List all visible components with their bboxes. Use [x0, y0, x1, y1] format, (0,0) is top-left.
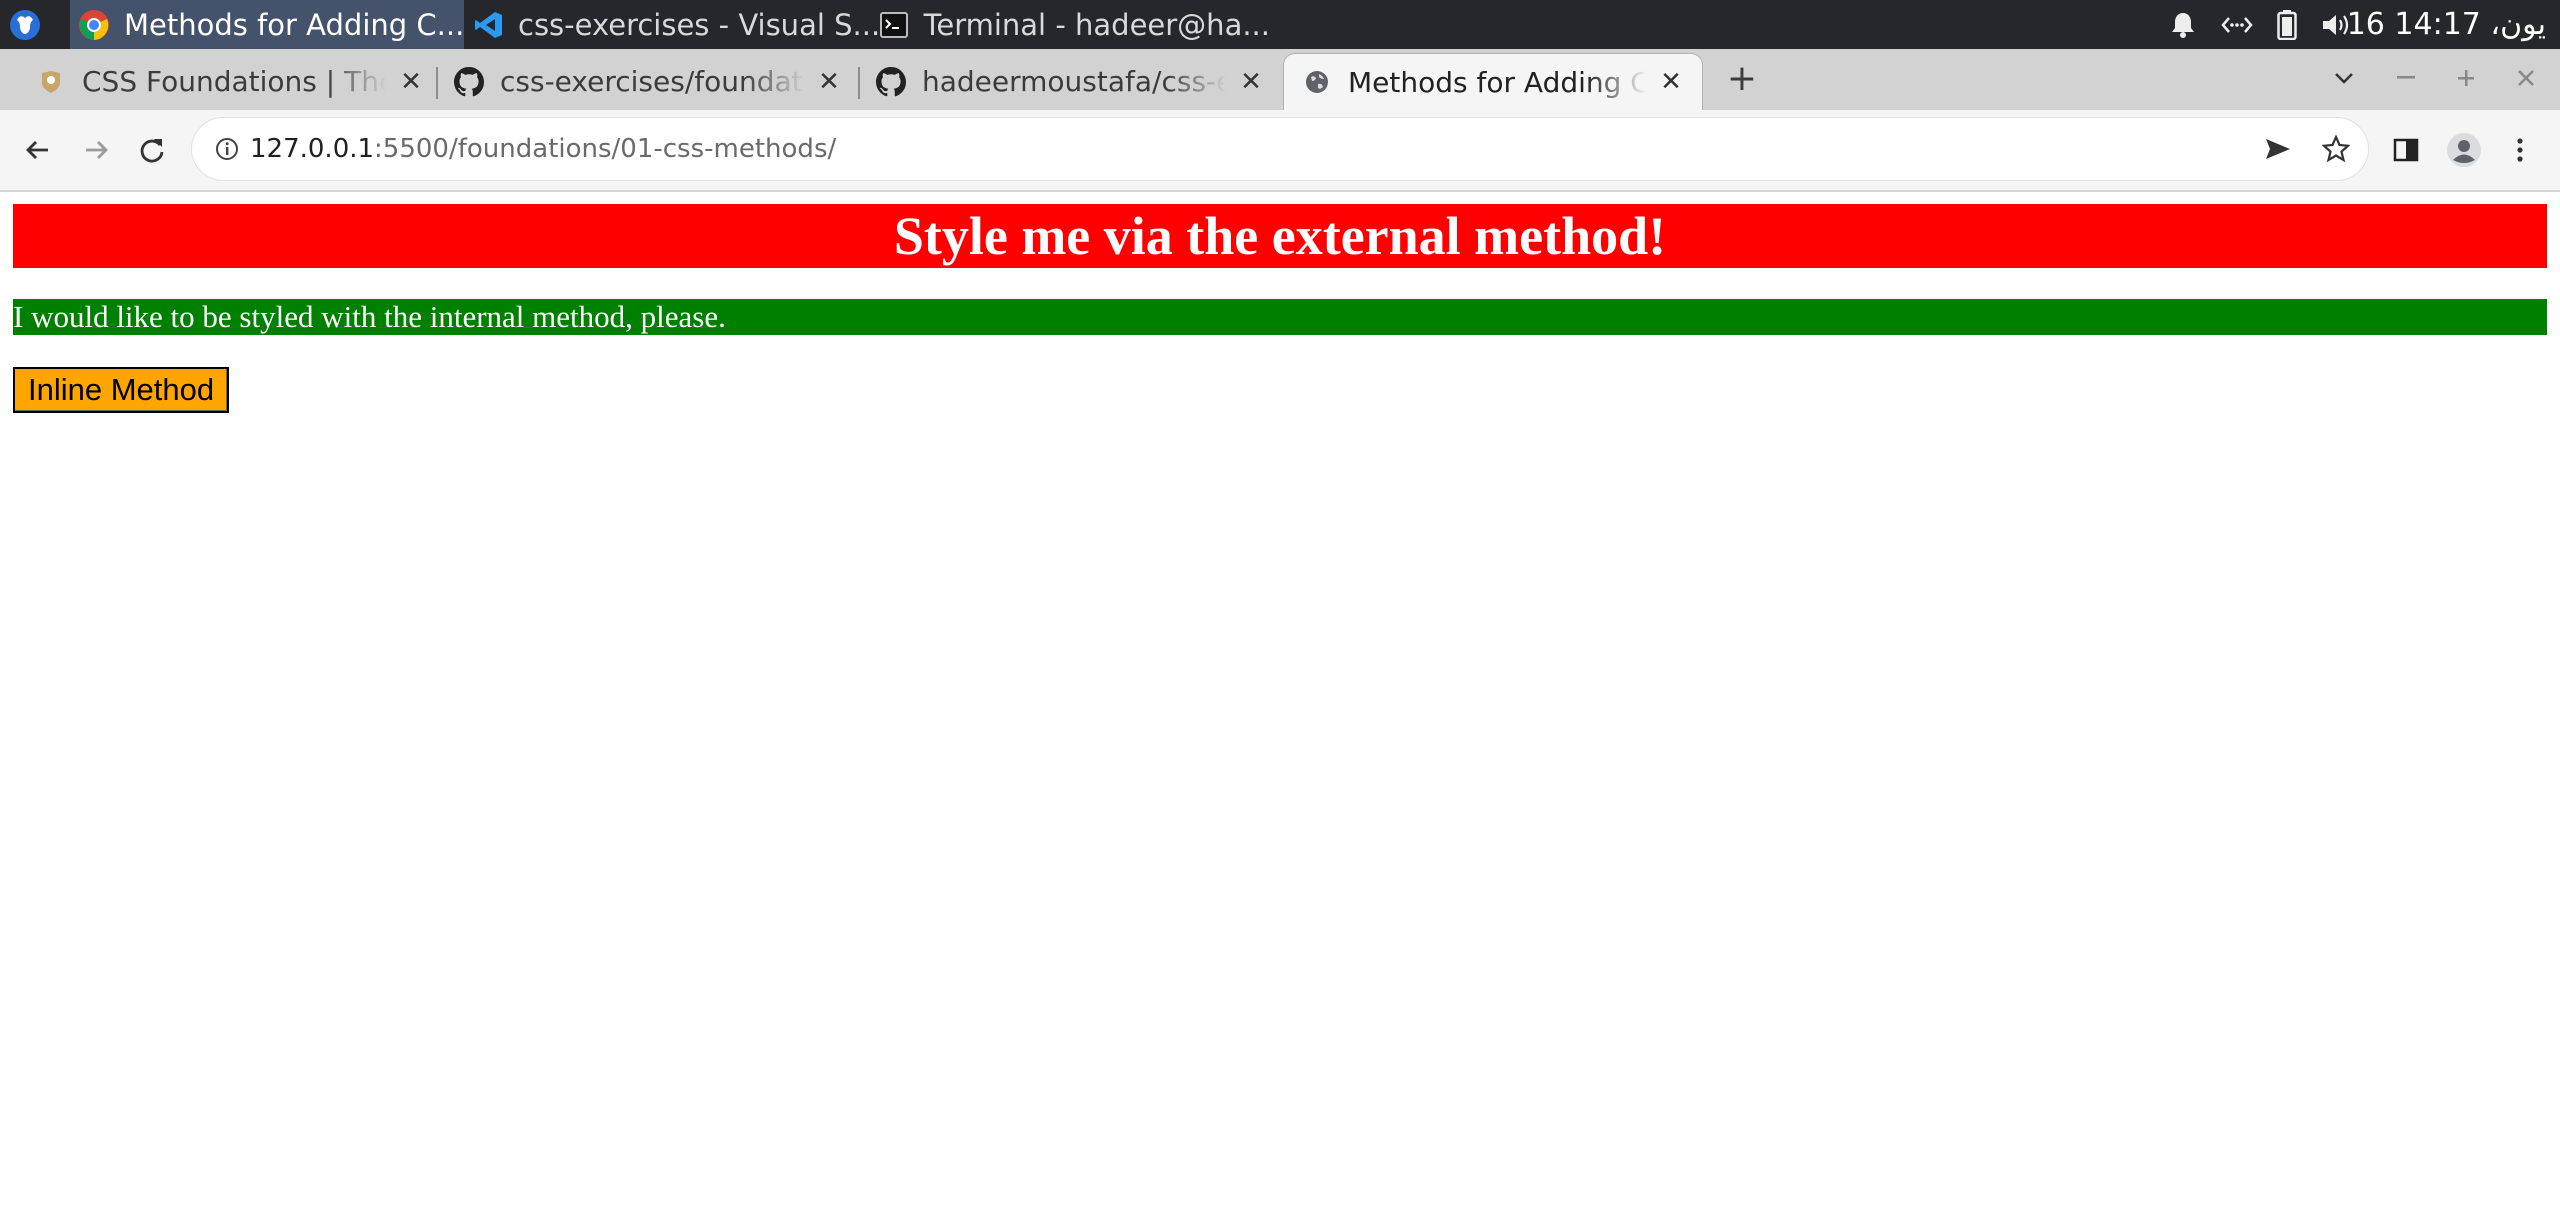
globe-icon: [1302, 67, 1332, 97]
tab-search-icon[interactable]: [2324, 58, 2364, 98]
tab-methods-for-adding-css[interactable]: Methods for Adding CSS ✕: [1283, 53, 1703, 110]
task-label: css-exercises - Visual S...: [518, 7, 881, 42]
system-taskbar: Methods for Adding C... css-exercises - …: [0, 0, 2560, 49]
tab-hadeermoustafa-css-exercises[interactable]: hadeermoustafa/css-exercises ✕: [876, 53, 1266, 110]
url-path: :5500/foundations/01-css-methods/: [374, 134, 837, 164]
url-host: 127.0.0.1: [250, 134, 375, 164]
site-info-icon[interactable]: [210, 132, 244, 166]
tab-title: Methods for Adding CSS: [1348, 65, 1646, 99]
task-label: Terminal - hadeer@ha...: [923, 7, 1270, 42]
task-label: Methods for Adding C...: [124, 7, 465, 42]
app-menu-icon[interactable]: [8, 8, 42, 42]
tab-divider: [858, 67, 860, 99]
forward-button[interactable]: [72, 126, 120, 174]
reload-button[interactable]: [128, 126, 176, 174]
browser-tab-strip: CSS Foundations | The Odin Project ✕ css…: [0, 49, 2560, 110]
odin-icon: [36, 67, 66, 97]
more-menu-icon[interactable]: [2496, 126, 2544, 174]
send-to-device-icon[interactable]: [2258, 129, 2298, 169]
external-method-heading: Style me via the external method!: [13, 204, 2547, 268]
system-clock[interactable]: 16 يون، 14:17: [2347, 0, 2546, 49]
close-tab-icon[interactable]: ✕: [814, 67, 844, 97]
tab-title: css-exercises/foundations: [500, 65, 804, 98]
github-icon: [876, 66, 906, 97]
profile-avatar-icon[interactable]: [2440, 126, 2488, 174]
tab-css-foundations[interactable]: CSS Foundations | The Odin Project ✕: [36, 53, 426, 110]
network-icon[interactable]: [2220, 8, 2254, 42]
battery-icon[interactable]: [2270, 8, 2304, 42]
bookmark-star-icon[interactable]: [2316, 129, 2356, 169]
page-viewport: Style me via the external method! I woul…: [0, 192, 2560, 1230]
close-tab-icon[interactable]: ✕: [1236, 67, 1266, 97]
task-vscode[interactable]: css-exercises - Visual S...: [466, 0, 880, 49]
maximize-window-icon[interactable]: [2446, 58, 2486, 98]
inline-method-button[interactable]: Inline Method: [13, 367, 230, 413]
tab-title: CSS Foundations | The Odin Project: [82, 65, 386, 98]
task-terminal[interactable]: Terminal - hadeer@ha...: [870, 0, 1270, 49]
url-text[interactable]: 127.0.0.1:5500/foundations/01-css-method…: [250, 118, 836, 180]
tab-divider: [436, 67, 438, 99]
address-bar[interactable]: 127.0.0.1:5500/foundations/01-css-method…: [192, 118, 2368, 180]
chrome-icon: [78, 8, 110, 42]
internal-method-paragraph: I would like to be styled with the inter…: [13, 299, 2547, 335]
minimize-window-icon[interactable]: [2386, 58, 2426, 98]
close-window-icon[interactable]: [2506, 58, 2546, 98]
vscode-icon: [474, 8, 504, 42]
close-tab-icon[interactable]: ✕: [396, 67, 426, 97]
browser-toolbar: 127.0.0.1:5500/foundations/01-css-method…: [0, 110, 2560, 192]
github-icon: [454, 66, 484, 97]
tab-title: hadeermoustafa/css-exercises: [922, 65, 1226, 98]
task-chrome[interactable]: Methods for Adding C...: [70, 0, 464, 49]
tab-css-exercises-foundations[interactable]: css-exercises/foundations ✕: [454, 53, 844, 110]
notification-bell-icon[interactable]: [2166, 8, 2200, 42]
back-button[interactable]: [14, 126, 62, 174]
close-tab-icon[interactable]: ✕: [1656, 67, 1686, 97]
side-panel-icon[interactable]: [2382, 126, 2430, 174]
terminal-icon: [878, 8, 910, 42]
new-tab-button[interactable]: +: [1722, 58, 1762, 99]
